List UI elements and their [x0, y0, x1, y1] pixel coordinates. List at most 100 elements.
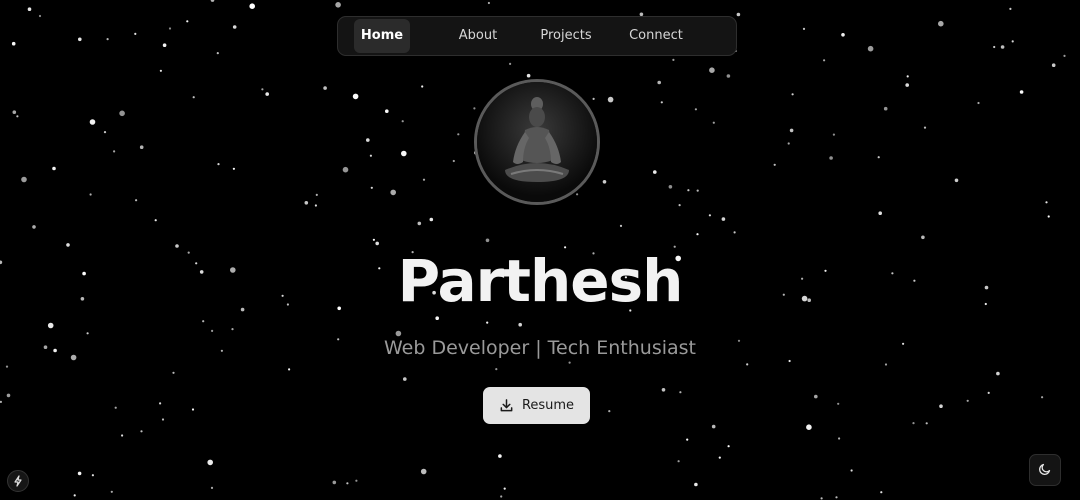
- star: [487, 1, 490, 5]
- star: [86, 332, 89, 335]
- star: [314, 204, 317, 207]
- star: [832, 133, 836, 136]
- star: [660, 101, 663, 104]
- star: [608, 410, 611, 413]
- star: [500, 495, 503, 498]
- moon-icon: [1038, 461, 1052, 480]
- star: [1063, 54, 1066, 58]
- nav-projects[interactable]: Projects: [526, 19, 606, 53]
- star: [332, 480, 337, 485]
- star: [1009, 7, 1012, 10]
- star: [726, 74, 731, 78]
- star: [202, 320, 205, 323]
- star: [403, 377, 407, 381]
- star: [736, 12, 741, 17]
- star: [791, 93, 794, 96]
- hero-name: Parthesh: [397, 247, 684, 315]
- star: [1051, 63, 1056, 67]
- star: [52, 166, 56, 171]
- star: [679, 391, 682, 394]
- star: [498, 454, 502, 458]
- portfolio-page: Home About Projects Connect Parthesh Web…: [0, 0, 1080, 500]
- star: [355, 479, 358, 482]
- nav-home[interactable]: Home: [354, 19, 410, 53]
- star: [838, 437, 841, 440]
- star: [568, 361, 571, 364]
- star: [89, 119, 96, 125]
- star: [232, 25, 237, 29]
- star: [696, 233, 699, 236]
- star: [0, 400, 2, 403]
- star: [721, 217, 726, 221]
- star: [210, 0, 215, 2]
- star: [668, 185, 673, 189]
- star: [486, 321, 489, 324]
- star: [773, 163, 776, 166]
- star: [1019, 90, 1024, 94]
- star: [261, 88, 264, 91]
- star: [73, 494, 76, 497]
- star: [323, 86, 327, 90]
- star: [452, 159, 455, 163]
- profile-avatar: [474, 79, 600, 205]
- star: [27, 7, 32, 11]
- meditating-figure-avatar: [477, 82, 597, 202]
- star: [231, 328, 234, 331]
- star: [435, 316, 440, 321]
- star: [346, 482, 349, 485]
- star: [837, 402, 840, 405]
- star: [718, 456, 721, 459]
- star: [210, 486, 214, 489]
- star: [576, 193, 579, 196]
- bolt-button[interactable]: [7, 470, 29, 492]
- nav-connect[interactable]: Connect: [616, 19, 696, 53]
- star: [709, 67, 715, 73]
- star: [429, 217, 434, 222]
- resume-label: Resume: [521, 398, 575, 413]
- star: [708, 214, 712, 217]
- star: [485, 238, 490, 243]
- star: [304, 201, 309, 205]
- star: [91, 474, 94, 477]
- star: [987, 391, 990, 394]
- star: [788, 359, 791, 363]
- star: [696, 189, 699, 192]
- star: [106, 38, 109, 41]
- star: [687, 189, 690, 192]
- star: [135, 199, 138, 202]
- star: [677, 460, 680, 463]
- star: [162, 43, 167, 47]
- star: [422, 178, 426, 181]
- star: [878, 211, 882, 215]
- star: [806, 424, 812, 431]
- star: [11, 41, 16, 46]
- star: [619, 224, 623, 227]
- top-navigation: Home About Projects Connect: [337, 16, 737, 56]
- star: [802, 27, 806, 30]
- star: [168, 27, 172, 30]
- star: [191, 408, 195, 411]
- star: [1041, 396, 1044, 399]
- star: [6, 393, 11, 398]
- star: [1000, 45, 1005, 49]
- star: [342, 166, 349, 173]
- star: [119, 110, 125, 117]
- star: [216, 52, 219, 55]
- star: [47, 322, 54, 329]
- star: [89, 193, 92, 196]
- theme-toggle-button[interactable]: [1029, 454, 1061, 486]
- star: [657, 80, 661, 85]
- star: [207, 459, 213, 466]
- star: [134, 32, 137, 36]
- star: [787, 142, 790, 145]
- star: [912, 422, 915, 425]
- star: [993, 45, 996, 49]
- star: [977, 101, 980, 105]
- download-icon: [499, 398, 514, 413]
- star: [32, 225, 36, 229]
- resume-button[interactable]: Resume: [483, 387, 590, 424]
- star: [495, 368, 498, 371]
- star: [727, 445, 730, 448]
- nav-about[interactable]: About: [438, 19, 518, 53]
- star: [694, 108, 698, 111]
